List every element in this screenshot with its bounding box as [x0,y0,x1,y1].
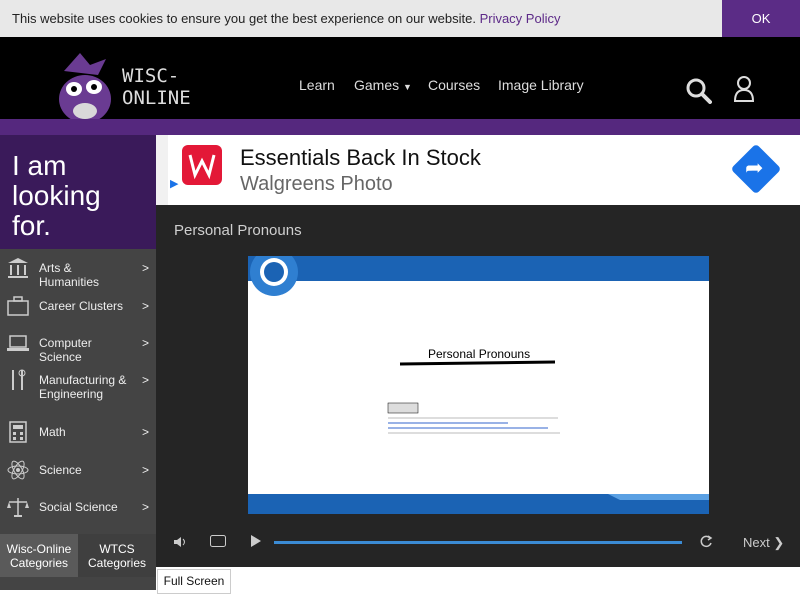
looking-for-heading: I am looking for. [0,135,156,249]
closed-captions-icon[interactable] [210,535,226,547]
purple-band [0,119,800,135]
slide-heading: Personal Pronouns [428,347,531,361]
nav-learn[interactable]: Learn [299,77,335,93]
full-screen-button[interactable]: Full Screen [157,569,231,594]
category-arts-humanities[interactable]: Arts & Humanities > [0,249,156,289]
nav-courses[interactable]: Courses [428,77,480,93]
turn-arrow-icon: ➦ [745,155,764,180]
category-math[interactable]: Math > [0,413,156,450]
chevron-right-icon: > [142,299,150,313]
tools-icon [12,369,26,390]
category-manufacturing-engineering[interactable]: Manufacturing & Engineering > [0,361,156,411]
chevron-down-icon: ▼ [403,82,412,92]
category-social-science[interactable]: Social Science > [0,488,156,525]
category-tabs: Wisc-Online Categories WTCS Categories [0,534,156,577]
chevron-right-icon: > [142,425,150,439]
briefcase-icon [7,296,29,316]
scales-icon [7,498,29,517]
chevron-right-icon: > [142,463,150,477]
nav-games[interactable]: Games ▼ [354,77,412,93]
next-button[interactable]: Next ❯ [743,535,784,551]
volume-icon[interactable] [173,535,187,549]
slide-frame[interactable]: Personal Pronouns [248,256,709,514]
play-icon[interactable] [251,535,261,547]
tab-wisc-online-categories[interactable]: Wisc-Online Categories [0,534,78,577]
small-ad[interactable] [0,590,156,600]
user-icon[interactable] [733,75,755,103]
chevron-right-icon: > [142,336,150,350]
player-controls: Next ❯ [156,525,800,567]
lesson-title: Personal Pronouns [174,222,302,239]
privacy-policy-link[interactable]: Privacy Policy [480,11,561,26]
cookie-banner: This website uses cookies to ensure you … [0,0,800,37]
laptop-icon [7,335,29,351]
walgreens-logo-icon [182,145,222,185]
chevron-right-icon: ❯ [773,535,785,550]
category-computer-science[interactable]: Computer Science > [0,324,156,364]
content-below-player [156,567,800,600]
search-icon[interactable] [686,78,712,104]
ad-banner[interactable]: ▶ Essentials Back In Stock Walgreens Pho… [156,135,800,205]
category-career-clusters[interactable]: Career Clusters > [0,287,156,324]
nav-image-library[interactable]: Image Library [498,77,584,93]
progress-bar[interactable] [274,541,682,544]
sidebar: I am looking for. Arts & Humanities > Ca… [0,135,156,600]
logo-text: WISC-ONLINE [122,65,191,109]
ad-subtitle: Walgreens Photo [240,173,393,195]
cookie-ok-button[interactable]: OK [722,0,800,37]
category-science[interactable]: Science > [0,451,156,488]
ad-title: Essentials Back In Stock [240,145,481,170]
tab-wtcs-categories[interactable]: WTCS Categories [78,534,156,577]
adchoices-icon[interactable]: ▶ [170,177,178,190]
chevron-right-icon: > [142,261,150,275]
chevron-right-icon: > [142,373,150,387]
site-header: WISC-ONLINE Learn Games ▼ Courses Image … [0,37,800,123]
video-player: Personal Pronouns Personal Pronouns Next… [156,205,800,567]
slide-graphic [248,256,709,514]
calculator-icon [9,421,27,443]
replay-icon[interactable] [699,535,713,549]
columns-icon [8,258,28,278]
cookie-message: This website uses cookies to ensure you … [12,11,561,26]
atom-icon [7,460,29,480]
chevron-right-icon: > [142,500,150,514]
